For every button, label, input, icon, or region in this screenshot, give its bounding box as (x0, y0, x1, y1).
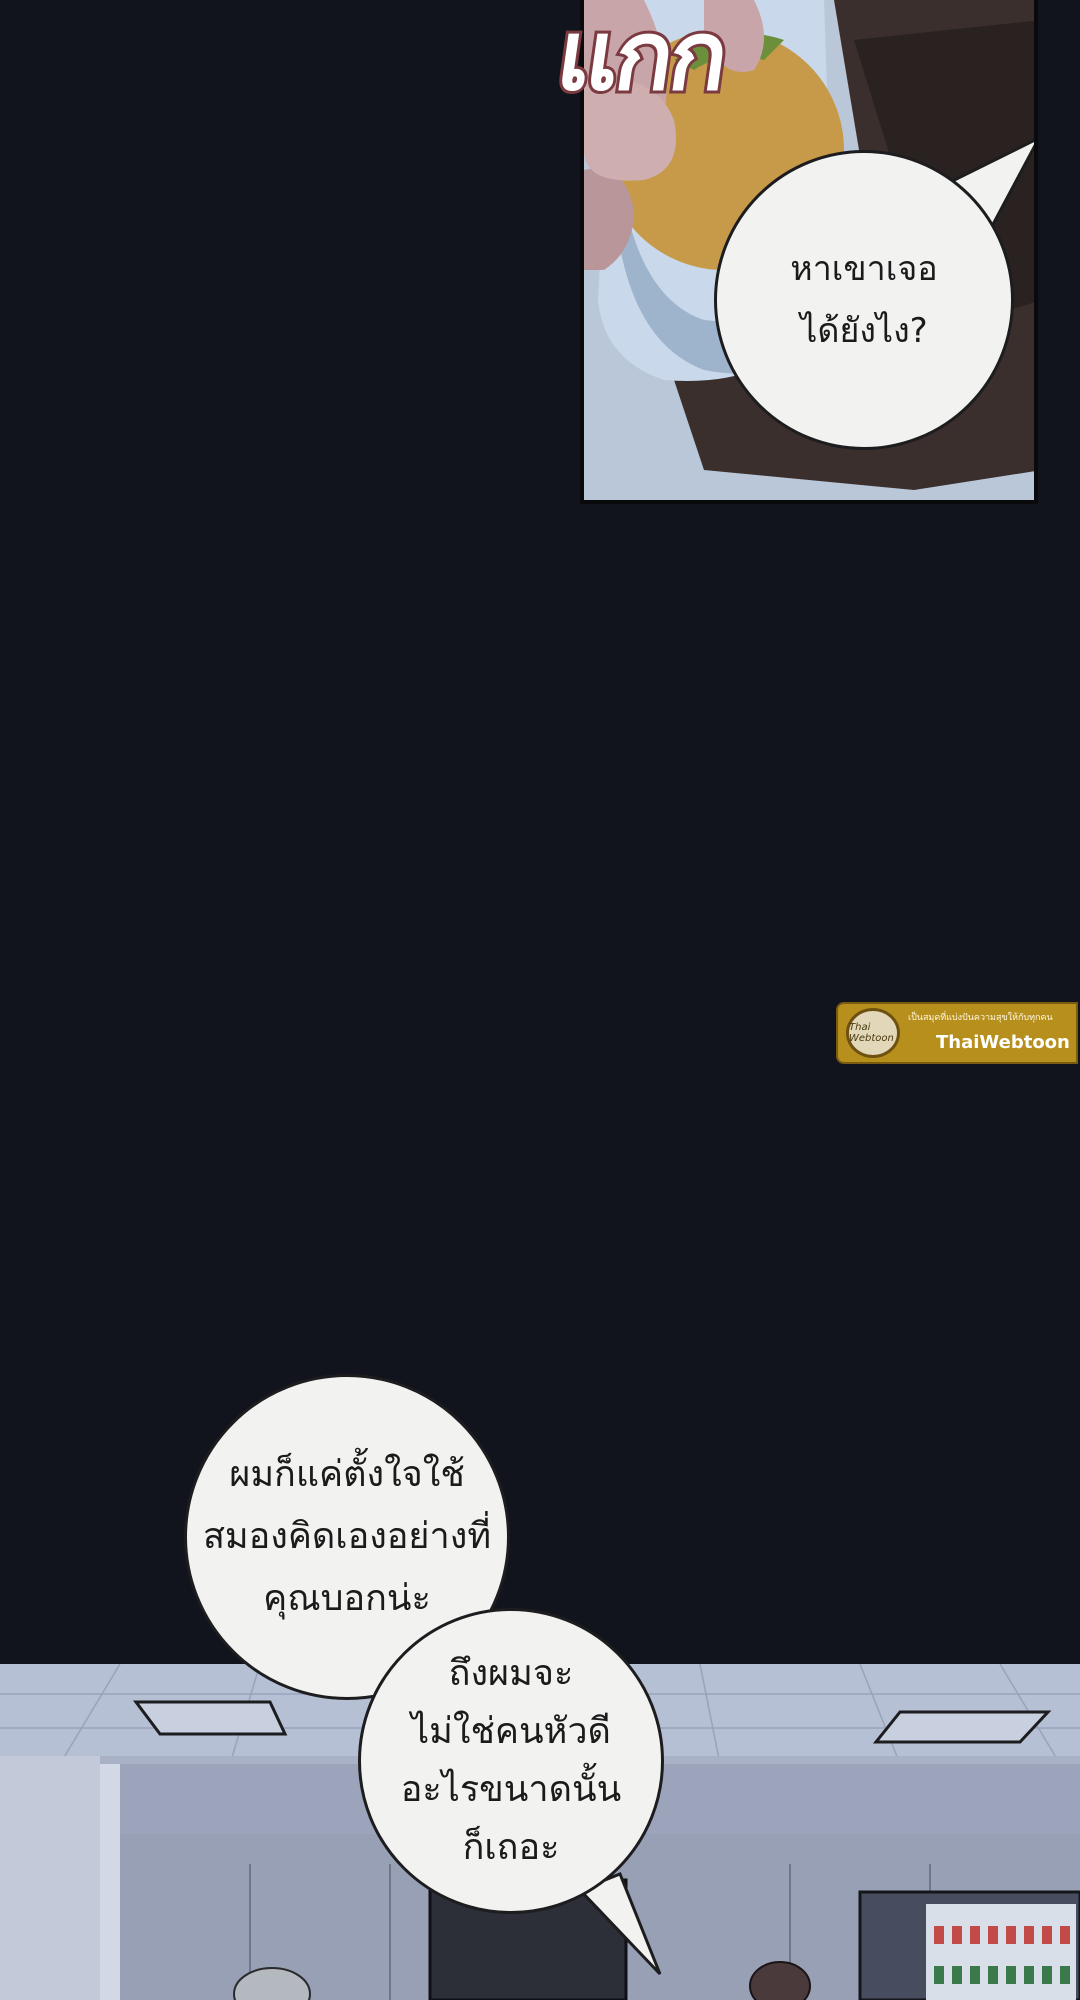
speech-bubble-top: หาเขาเจอ ได้ยังไง? (714, 150, 1014, 450)
watermark-logo: Thai Webtoon (846, 1008, 900, 1058)
speech-text: ถึงผมจะ ไม่ใช่คนหัวดี อะไรขนาดนั้น ก็เถอ… (400, 1653, 622, 1868)
watermark-name: ThaiWebtoon (936, 1032, 1070, 1053)
watermark-logo-text: Thai Webtoon (849, 1022, 894, 1044)
watermark-tagline: เป็นสมุดที่แบ่งปันความสุขให้กับทุกคน (908, 1013, 1053, 1023)
speech-text: ผมก็แค่ตั้งใจใช้ สมองคิดเองอย่างที่ คุณบ… (202, 1454, 492, 1619)
sound-effect-text: แกก (547, 0, 735, 115)
speech-text: หาเขาเจอ ได้ยังไง? (790, 249, 938, 351)
watermark-badge: Thai Webtoon เป็นสมุดที่แบ่งปันความสุขให… (836, 1002, 1078, 1064)
speech-bubble-bottom-2: ถึงผมจะ ไม่ใช่คนหัวดี อะไรขนาดนั้น ก็เถอ… (358, 1608, 664, 1914)
